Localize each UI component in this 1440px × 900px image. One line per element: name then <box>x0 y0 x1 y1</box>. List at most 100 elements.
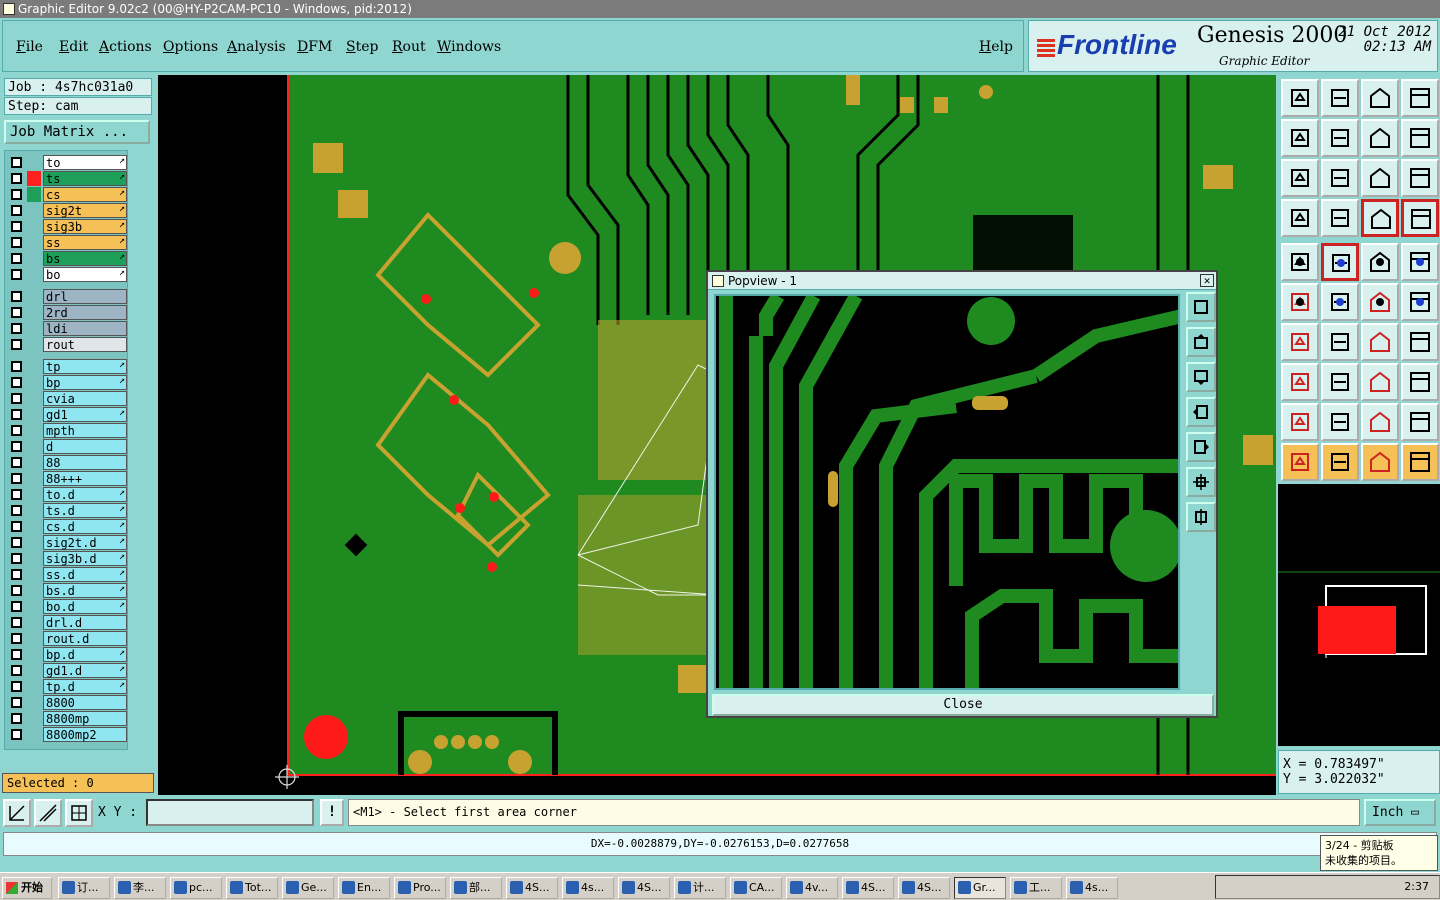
menu-options[interactable]: Options <box>163 39 218 55</box>
menu-actions[interactable]: Actions <box>99 39 152 55</box>
layer-affected-icon[interactable]: ↗ <box>119 551 125 562</box>
layer-affected-icon[interactable]: ↗ <box>119 251 125 262</box>
menu-help[interactable]: Help <box>979 39 1013 55</box>
layer-affected-icon[interactable]: ↗ <box>119 235 125 246</box>
overview-map[interactable] <box>1278 484 1440 746</box>
layer-row[interactable]: cs.d ↗ <box>7 519 127 534</box>
layer-name[interactable]: to <box>43 155 127 170</box>
layer-color-swatch[interactable] <box>27 647 41 662</box>
layer-row[interactable]: mpth <box>7 423 127 438</box>
layer-row[interactable]: 2rd <box>7 305 127 320</box>
layer-checkbox[interactable] <box>11 505 22 516</box>
fit-icon[interactable] <box>1281 159 1319 197</box>
layer-checkbox[interactable] <box>11 221 22 232</box>
layer-color-swatch[interactable] <box>27 679 41 694</box>
layer-color-swatch[interactable] <box>27 235 41 250</box>
layer-name[interactable]: 88 <box>43 455 127 470</box>
mirror-icon[interactable] <box>1401 323 1439 361</box>
layer-row[interactable]: tp ↗ <box>7 359 127 374</box>
layer-name[interactable]: 8800 <box>43 695 127 710</box>
layer-affected-icon[interactable]: ↗ <box>119 599 125 610</box>
taskbar-task[interactable]: 李... <box>114 877 166 899</box>
layer-checkbox[interactable] <box>11 339 22 350</box>
layer-checkbox[interactable] <box>11 361 22 372</box>
layer-checkbox[interactable] <box>11 473 22 484</box>
units-selector[interactable]: Inch ▭ <box>1364 799 1436 826</box>
layer-affected-icon[interactable]: ↗ <box>119 503 125 514</box>
layer-name[interactable]: bo.d <box>43 599 127 614</box>
layer-color-swatch[interactable] <box>27 583 41 598</box>
layer-row[interactable]: bo ↗ <box>7 267 127 282</box>
layer-affected-icon[interactable]: ↗ <box>119 203 125 214</box>
layer-row[interactable]: bp ↗ <box>7 375 127 390</box>
layer-checkbox[interactable] <box>11 157 22 168</box>
grid-icon[interactable] <box>65 799 93 827</box>
grid-toggle-icon[interactable] <box>1321 199 1359 237</box>
window-icon[interactable] <box>1401 79 1439 117</box>
taskbar-task[interactable]: 部... <box>450 877 502 899</box>
layer-color-swatch[interactable] <box>27 305 41 320</box>
taskbar-task[interactable]: CA... <box>730 877 782 899</box>
layer-name[interactable]: bs.d <box>43 583 127 598</box>
layer-name[interactable]: sig3b.d <box>43 551 127 566</box>
layer-name[interactable]: cs.d <box>43 519 127 534</box>
layer-name[interactable]: bo <box>43 267 127 282</box>
layer-name[interactable]: ss <box>43 235 127 250</box>
triangle-cut-icon[interactable] <box>1401 403 1439 441</box>
layer-checkbox[interactable] <box>11 323 22 334</box>
taskbar-task[interactable]: Ge... <box>282 877 334 899</box>
layer-name[interactable]: bp <box>43 375 127 390</box>
layer-affected-icon[interactable]: ↗ <box>119 407 125 418</box>
menu-analysis[interactable]: Analysis <box>227 39 286 55</box>
taskbar-task[interactable]: Tot... <box>226 877 278 899</box>
layer-name[interactable]: bs <box>43 251 127 266</box>
layer-color-swatch[interactable] <box>27 631 41 646</box>
layer-affected-icon[interactable]: ↗ <box>119 567 125 578</box>
menu-step[interactable]: Step <box>346 39 378 55</box>
layer-row[interactable]: rout <box>7 337 127 352</box>
scale-1-2-icon[interactable] <box>1361 159 1399 197</box>
layer-row[interactable]: gd1.d ↗ <box>7 663 127 678</box>
layer-color-swatch[interactable] <box>27 407 41 422</box>
layer-checkbox[interactable] <box>11 633 22 644</box>
layer-color-swatch[interactable] <box>27 187 41 202</box>
group-icon[interactable] <box>1401 363 1439 401</box>
layer-row[interactable]: 88 <box>7 455 127 470</box>
layer-name[interactable]: gd1.d <box>43 663 127 678</box>
layer-color-swatch[interactable] <box>27 359 41 374</box>
layer-color-swatch[interactable] <box>27 615 41 630</box>
popview-pan-right-icon[interactable] <box>1186 432 1216 462</box>
layer-color-swatch[interactable] <box>27 439 41 454</box>
xy-input[interactable] <box>146 799 314 826</box>
layer-row[interactable]: ts ↗ <box>7 171 127 186</box>
layer-row[interactable]: ss.d ↗ <box>7 567 127 582</box>
layer-checkbox[interactable] <box>11 521 22 532</box>
popview-pan-left-icon[interactable] <box>1186 397 1216 427</box>
cross-icon[interactable] <box>1321 283 1359 321</box>
taskbar-task[interactable]: 4s... <box>562 877 614 899</box>
popview-close-icon[interactable]: ✕ <box>1200 274 1214 287</box>
layer-checkbox[interactable] <box>11 489 22 500</box>
layer-name[interactable]: 2rd <box>43 305 127 320</box>
layer-color-swatch[interactable] <box>27 267 41 282</box>
layer-color-swatch[interactable] <box>27 663 41 678</box>
layers-icon[interactable] <box>1281 199 1319 237</box>
taskbar-task[interactable]: 4S... <box>842 877 894 899</box>
delete-icon[interactable] <box>1281 363 1319 401</box>
pointer-edit-icon[interactable] <box>1361 443 1399 481</box>
layer-row[interactable]: to.d ↗ <box>7 487 127 502</box>
layer-affected-icon[interactable]: ↗ <box>119 535 125 546</box>
popview-zoom-in-icon[interactable] <box>1186 467 1216 497</box>
layer-row[interactable]: tp.d ↗ <box>7 679 127 694</box>
pointer-select-icon[interactable] <box>1321 443 1359 481</box>
layer-checkbox[interactable] <box>11 425 22 436</box>
taskbar-task[interactable]: 工... <box>1010 877 1062 899</box>
layer-row[interactable]: ts.d ↗ <box>7 503 127 518</box>
layer-row[interactable]: sig2t ↗ <box>7 203 127 218</box>
layer-row[interactable]: 8800mp2 <box>7 727 127 742</box>
layer-color-swatch[interactable] <box>27 155 41 170</box>
snap-center-icon[interactable] <box>1361 199 1399 237</box>
layer-color-swatch[interactable] <box>27 337 41 352</box>
layer-row[interactable]: gd1 ↗ <box>7 407 127 422</box>
taskbar-task[interactable]: 4v... <box>786 877 838 899</box>
